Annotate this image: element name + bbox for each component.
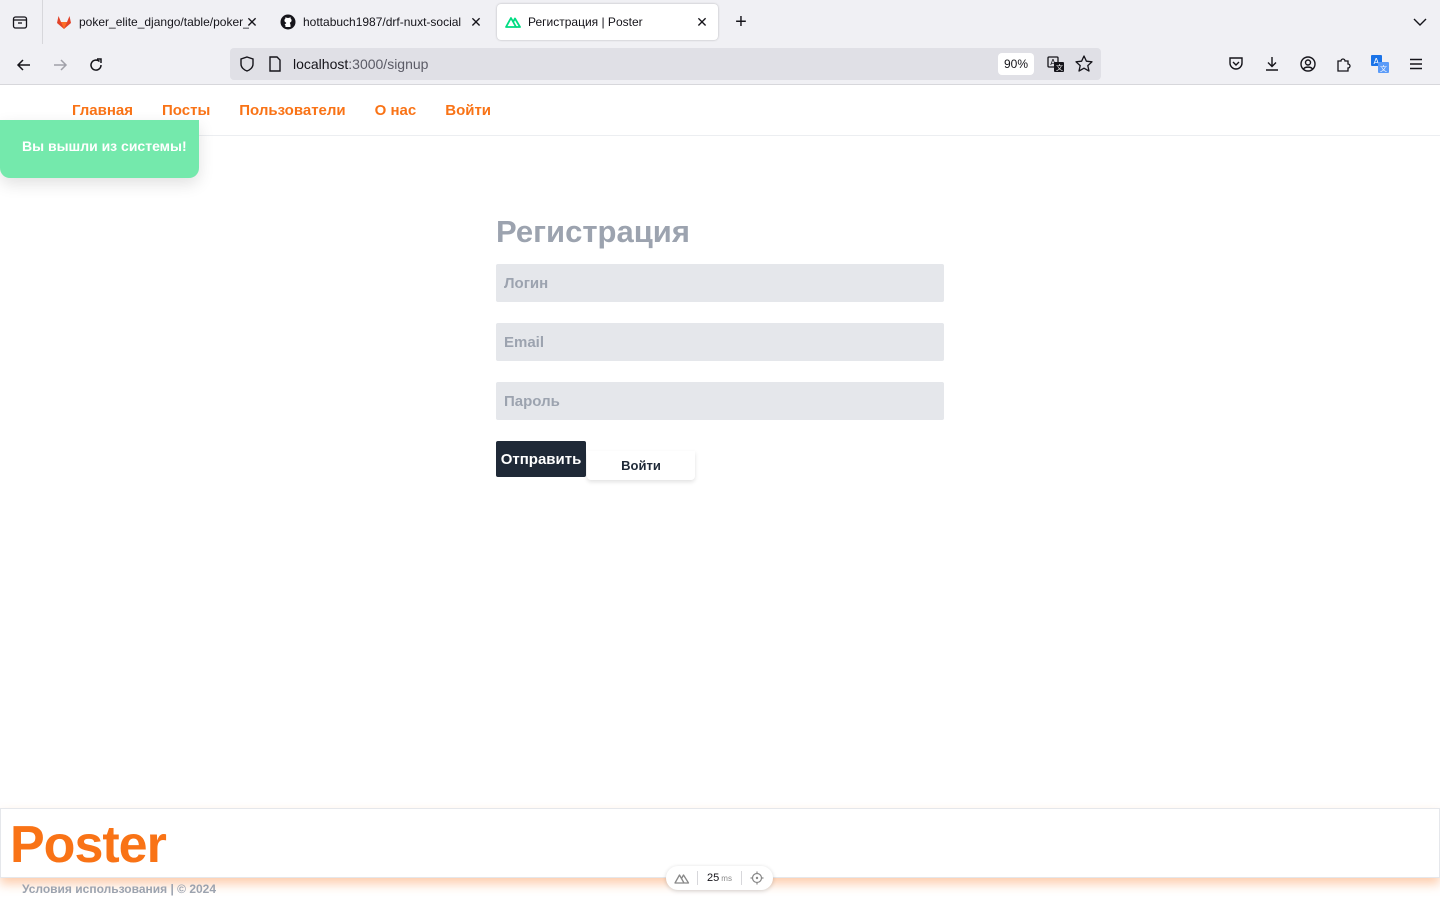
url-text[interactable]: localhost:3000/signup — [293, 56, 428, 72]
nav-link-home[interactable]: Главная — [72, 102, 133, 119]
submit-button[interactable]: Отправить — [496, 441, 586, 477]
nav-link-about[interactable]: О нас — [375, 102, 417, 119]
zoom-indicator[interactable]: 90% — [998, 53, 1035, 75]
page-icon[interactable] — [266, 55, 284, 73]
tab-signup-active[interactable]: Регистрация | Poster ✕ — [497, 4, 718, 40]
signup-form: Регистрация Отправить Войти — [496, 212, 944, 481]
back-icon[interactable] — [11, 52, 37, 78]
new-tab-icon[interactable]: + — [729, 10, 753, 34]
pocket-icon[interactable] — [1224, 52, 1248, 76]
nav-link-login[interactable]: Войти — [445, 102, 491, 119]
svg-text:文: 文 — [1380, 64, 1387, 73]
download-icon[interactable] — [1260, 52, 1284, 76]
inspect-target-icon[interactable] — [742, 871, 772, 885]
tab-separator — [42, 0, 43, 44]
shield-icon[interactable] — [238, 55, 256, 73]
tab-github[interactable]: hottabuch1987/drf-nuxt-social ✕ — [272, 4, 492, 40]
nav-link-posts[interactable]: Посты — [162, 102, 210, 119]
github-icon — [280, 14, 296, 30]
close-icon[interactable]: ✕ — [694, 14, 710, 30]
tab-list-icon[interactable] — [8, 10, 32, 34]
form-actions: Отправить Войти — [496, 441, 944, 481]
tab-bar: poker_elite_django/table/poker_ ✕ hottab… — [0, 0, 1440, 44]
email-input[interactable] — [496, 323, 944, 361]
translate-icon[interactable]: A文 — [1046, 54, 1066, 74]
tab-label: Регистрация | Poster — [528, 15, 643, 29]
footer-logo[interactable]: Poster — [10, 815, 167, 875]
translator-extension-icon[interactable]: A文 — [1368, 52, 1392, 76]
url-host: localhost — [293, 56, 349, 72]
main-nav: Главная Посты Пользователи О нас Войти — [72, 102, 520, 119]
page-title: Регистрация — [496, 214, 690, 249]
toast-message: Вы вышли из системы! — [22, 138, 187, 154]
svg-text:文: 文 — [1056, 63, 1063, 72]
url-bar[interactable]: localhost:3000/signup 90% A文 — [230, 48, 1101, 80]
nuxt-icon — [505, 14, 521, 30]
chevron-down-icon[interactable] — [1410, 10, 1430, 34]
tab-label: hottabuch1987/drf-nuxt-social — [303, 15, 462, 29]
render-time-value: 25 — [707, 872, 720, 884]
close-icon[interactable]: ✕ — [244, 14, 260, 30]
url-path: :3000/signup — [348, 56, 429, 72]
site-header: Главная Посты Пользователи О нас Войти — [0, 85, 1440, 136]
bookmark-star-icon[interactable] — [1074, 54, 1094, 74]
logout-toast[interactable]: Вы вышли из системы! — [0, 120, 199, 178]
gitlab-icon — [56, 14, 72, 30]
tab-gitlab[interactable]: poker_elite_django/table/poker_ ✕ — [48, 4, 268, 40]
render-time-unit: ms — [721, 873, 732, 883]
nuxt-icon[interactable] — [666, 871, 698, 885]
login-link-button[interactable]: Войти — [587, 451, 695, 480]
browser-chrome: poker_elite_django/table/poker_ ✕ hottab… — [0, 0, 1440, 85]
forward-icon[interactable] — [47, 52, 73, 78]
menu-icon[interactable] — [1404, 52, 1428, 76]
close-icon[interactable]: ✕ — [468, 14, 484, 30]
render-time: 25 ms — [698, 871, 742, 885]
devtools-bar[interactable]: 25 ms — [666, 866, 773, 890]
nav-link-users[interactable]: Пользователи — [239, 102, 345, 119]
password-input[interactable] — [496, 382, 944, 420]
footer-copyright[interactable]: Условия использования | © 2024 — [22, 882, 216, 896]
tab-label: poker_elite_django/table/poker_ — [79, 15, 249, 29]
login-input[interactable] — [496, 264, 944, 302]
reload-icon[interactable] — [83, 52, 109, 78]
account-icon[interactable] — [1296, 52, 1320, 76]
extensions-icon[interactable] — [1332, 52, 1356, 76]
